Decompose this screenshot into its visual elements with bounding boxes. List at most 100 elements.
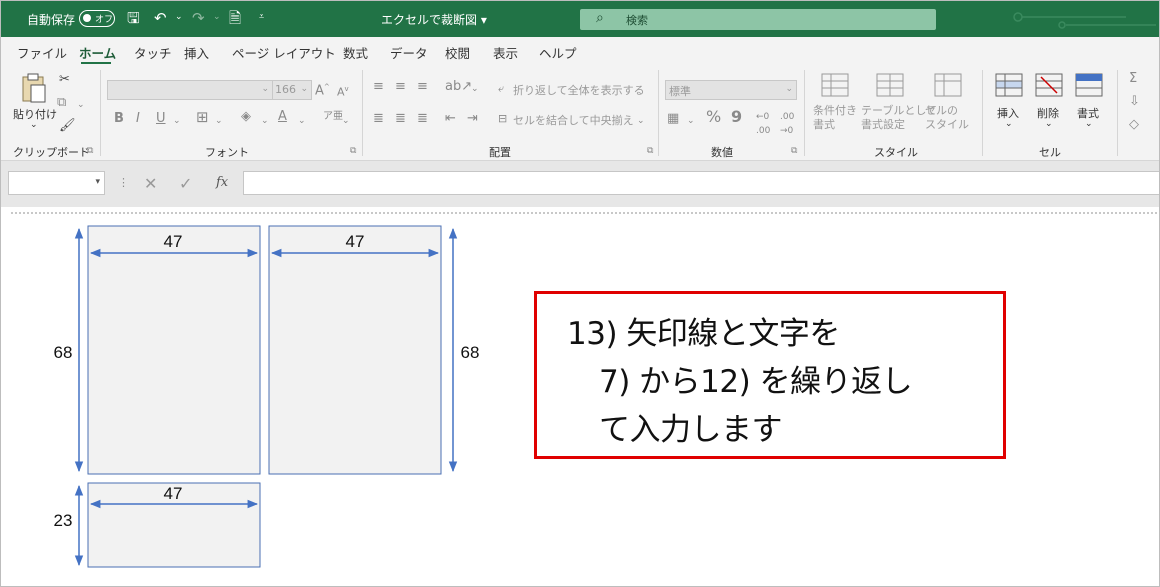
ribbon: 貼り付け ⌄ ✂ ⧉ ⌄ 🖌 クリップボード ⧉ ⌄ 166 ⌄ A^ Av B …	[1, 64, 1159, 161]
font-name-combo[interactable]: ⌄	[107, 80, 273, 100]
orientation-dropdown-icon[interactable]: ⌄	[471, 82, 479, 96]
font-launcher-icon[interactable]: ⧉	[350, 146, 356, 156]
shrink-font-icon[interactable]: Av	[337, 82, 349, 100]
comma-style-button[interactable]: 9	[731, 109, 742, 125]
fill-color-dropdown-icon[interactable]: ⌄	[261, 114, 269, 128]
insert-function-button[interactable]: fx	[216, 175, 228, 190]
name-box-dropdown-icon[interactable]: ▾	[95, 177, 100, 187]
paste-dropdown-icon[interactable]: ⌄	[30, 120, 38, 130]
document-title[interactable]: エクセルで裁断図 ▾	[381, 11, 487, 28]
align-right-icon[interactable]: ≣	[417, 112, 428, 126]
conditional-formatting-button[interactable]: 条件付き 書式	[813, 104, 857, 132]
grow-font-icon[interactable]: A^	[315, 80, 330, 98]
font-color-dropdown-icon[interactable]: ⌄	[298, 114, 306, 128]
tab-home[interactable]: ホーム	[79, 43, 116, 62]
decrease-indent-icon[interactable]: ⇤	[445, 112, 456, 126]
tab-view[interactable]: 表示	[493, 43, 518, 62]
cancel-icon[interactable]: ✕	[144, 174, 157, 193]
callout-line-3: て入力します	[599, 412, 783, 448]
fill-icon[interactable]: ⇩	[1129, 95, 1140, 109]
underline-button[interactable]: U	[156, 112, 166, 126]
autosave-state: オフ	[95, 15, 114, 25]
name-box[interactable]: ▾	[8, 171, 105, 195]
wrap-text-button[interactable]: 折り返して全体を表示する	[513, 82, 645, 98]
phonetic-icon[interactable]: ア亜	[323, 110, 343, 124]
number-group-label: 数値	[711, 146, 733, 159]
format-as-table-icon[interactable]	[876, 73, 904, 97]
instruction-callout: 13) 矢印線と文字を 7) から12) を繰り返し て入力します	[534, 291, 1006, 459]
number-format-combo[interactable]: 標準 ⌄	[665, 80, 797, 100]
panel-3-width-label: 47	[164, 484, 183, 503]
redo-icon[interactable]: ↷	[192, 9, 205, 27]
tab-file[interactable]: ファイル	[17, 43, 67, 62]
paste-icon[interactable]	[19, 72, 49, 104]
accounting-format-icon[interactable]: ▦	[667, 112, 679, 126]
bottom-align-icon[interactable]: ≡	[417, 80, 428, 94]
tab-help[interactable]: ヘルプ	[539, 43, 577, 62]
copy-icon[interactable]: ⧉	[57, 96, 66, 110]
tab-formulas[interactable]: 数式	[343, 43, 368, 62]
panel-1[interactable]	[87, 225, 261, 475]
format-cells-icon[interactable]	[1075, 73, 1103, 97]
tab-insert[interactable]: 挿入	[184, 43, 209, 62]
orientation-icon[interactable]: ab↗	[445, 80, 472, 94]
formula-bar-splitter-icon[interactable]: ⋮	[118, 176, 129, 189]
borders-dropdown-icon[interactable]: ⌄	[215, 114, 223, 128]
bold-button[interactable]: B	[114, 112, 124, 126]
undo-dropdown-icon[interactable]: ⌄	[175, 12, 183, 22]
percent-style-button[interactable]: %	[706, 109, 721, 125]
alignment-launcher-icon[interactable]: ⧉	[647, 146, 653, 156]
number-launcher-icon[interactable]: ⧉	[791, 146, 797, 156]
delete-dropdown-icon[interactable]: ⌄	[1045, 119, 1053, 129]
top-align-icon[interactable]: ≡	[373, 80, 384, 94]
worksheet[interactable]: 47 68 47 68 47 23 13) 矢印線と文字を 7) から12) を…	[1, 207, 1159, 586]
clipboard-launcher-icon[interactable]: ⧉	[87, 146, 93, 156]
copy-dropdown-icon[interactable]: ⌄	[77, 98, 85, 112]
cell-styles-button[interactable]: セルの スタイル	[925, 104, 969, 132]
toggle-knob	[83, 14, 91, 22]
conditional-formatting-icon[interactable]	[821, 73, 849, 97]
phonetic-dropdown-icon[interactable]: ⌄	[342, 114, 350, 128]
search-box[interactable]: ⌕ 検索	[580, 9, 936, 30]
save-icon[interactable]: 🖫	[127, 9, 140, 27]
merge-dropdown-icon[interactable]: ⌄	[637, 114, 645, 128]
decrease-decimal-icon[interactable]: .00 →0	[780, 110, 794, 138]
format-painter-icon[interactable]: 🖌	[59, 119, 76, 133]
align-left-icon[interactable]: ≣	[373, 112, 384, 126]
tab-touch[interactable]: タッチ	[134, 43, 172, 62]
panel-2-width-label: 47	[346, 232, 365, 251]
alignment-group-label: 配置	[489, 146, 511, 159]
italic-button[interactable]: I	[136, 112, 140, 126]
borders-icon[interactable]: ⊞	[196, 110, 209, 125]
autosum-icon[interactable]: Σ	[1129, 72, 1137, 86]
customize-qat-icon[interactable]: ⩡	[259, 12, 264, 22]
enter-icon[interactable]: ✓	[179, 174, 192, 193]
insert-cells-icon[interactable]	[995, 73, 1023, 97]
middle-align-icon[interactable]: ≡	[395, 80, 406, 94]
autosave-toggle[interactable]: オフ	[79, 10, 115, 27]
print-preview-icon[interactable]: 🗎	[229, 9, 241, 27]
format-dropdown-icon[interactable]: ⌄	[1085, 119, 1093, 129]
fill-color-icon[interactable]: ◈	[241, 110, 251, 124]
increase-indent-icon[interactable]: ⇥	[467, 112, 478, 126]
underline-dropdown-icon[interactable]: ⌄	[173, 114, 181, 128]
tab-page-layout[interactable]: ページ レイアウト	[232, 43, 336, 62]
cut-icon[interactable]: ✂	[59, 73, 70, 87]
delete-cells-icon[interactable]	[1035, 73, 1063, 97]
accounting-dropdown-icon[interactable]: ⌄	[687, 114, 695, 128]
redo-dropdown-icon[interactable]: ⌄	[213, 12, 221, 22]
cell-styles-icon[interactable]	[934, 73, 962, 97]
panel-2[interactable]	[268, 225, 442, 475]
undo-icon[interactable]: ↶	[154, 9, 167, 27]
increase-decimal-icon[interactable]: ←0.00	[756, 110, 770, 138]
formula-input[interactable]	[243, 171, 1159, 195]
tab-review[interactable]: 校閲	[445, 43, 470, 62]
font-size-combo[interactable]: 166 ⌄	[272, 80, 312, 100]
tab-data[interactable]: データ	[390, 43, 428, 62]
excel-window: 自動保存 オフ 🖫 ↶ ⌄ ↷ ⌄ 🗎 ⩡ エクセルで裁断図 ▾ ⌕ 検索 ファ…	[0, 0, 1160, 587]
merge-center-button[interactable]: セルを結合して中央揃え	[513, 112, 634, 128]
clear-icon[interactable]: ◇	[1129, 118, 1139, 132]
font-color-icon[interactable]: A	[278, 110, 287, 124]
align-center-icon[interactable]: ≣	[395, 112, 406, 126]
insert-dropdown-icon[interactable]: ⌄	[1005, 119, 1013, 129]
